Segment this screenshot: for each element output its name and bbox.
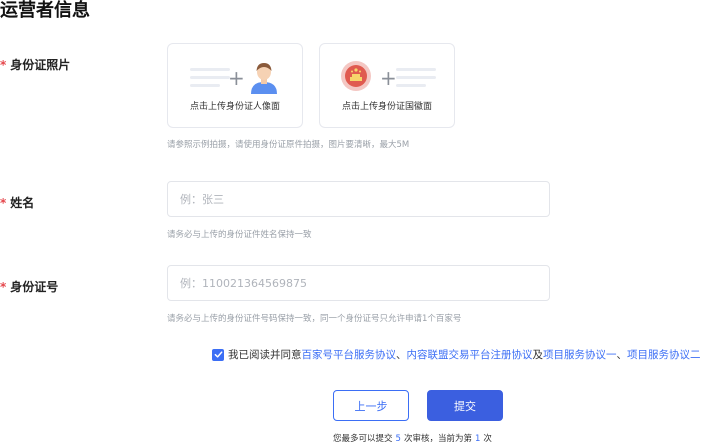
required-asterisk: *: [0, 280, 7, 294]
name-label: * 姓名: [0, 196, 35, 210]
check-icon: [214, 351, 222, 358]
id-photo-hint: 请参照示例拍摄，请使用身份证原件拍摄，图片要清晰，最大5M: [167, 140, 410, 150]
id-number-hint: 请务必与上传的身份证件号码保持一致，同一个身份证号只允许申请1个百家号: [167, 314, 462, 324]
agreement-separator: 及: [532, 349, 544, 361]
agreement-checkbox[interactable]: [212, 348, 224, 361]
platform-agreement-link[interactable]: 百家号平台服务协议: [302, 347, 397, 362]
upload-id-front-button[interactable]: + 点击上传身份证人像面: [167, 43, 303, 128]
placeholder-lines: [396, 68, 436, 92]
submission-quota: 您最多可以提交 5 次审核，当前为第 1 次: [333, 434, 492, 442]
upload-front-caption: 点击上传身份证人像面: [189, 102, 280, 112]
plus-icon: +: [380, 66, 397, 90]
id-number-input[interactable]: [167, 265, 550, 301]
person-avatar-icon: [251, 63, 277, 94]
current-submission: 1: [474, 434, 481, 442]
page-title: 运营者信息: [0, 0, 90, 21]
upload-back-caption: 点击上传身份证国徽面: [341, 102, 432, 112]
agreement-separator: 、: [396, 349, 407, 361]
submit-button[interactable]: 提交: [427, 390, 503, 421]
national-emblem-icon: [341, 61, 371, 91]
operator-info-page: 运营者信息 * 身份证照片 + 点击上传身份证人像面 + 点击上传身份证国徽面 …: [0, 0, 720, 442]
union-agreement-link[interactable]: 内容联盟交易平台注册协议: [407, 347, 533, 362]
name-hint: 请务必与上传的身份证件姓名保持一致: [167, 230, 312, 240]
upload-id-back-button[interactable]: + 点击上传身份证国徽面: [319, 43, 455, 128]
name-input[interactable]: [167, 181, 550, 217]
id-number-label: * 身份证号: [0, 280, 59, 294]
project-agreement-two-link[interactable]: 项目服务协议二: [627, 347, 701, 362]
plus-icon: +: [228, 66, 245, 90]
project-agreement-one-link[interactable]: 项目服务协议一: [543, 347, 617, 362]
agreement-prefix: 我已阅读并同意: [228, 349, 302, 361]
max-submissions: 5: [395, 434, 401, 442]
agreement-row: 我已阅读并同意 百家号平台服务协议、内容联盟交易平台注册协议及项目服务协议一、项目…: [212, 347, 701, 362]
previous-step-button[interactable]: 上一步: [333, 390, 409, 421]
agreement-separator: 、: [616, 349, 628, 361]
id-photo-label: * 身份证照片: [0, 58, 71, 72]
required-asterisk: *: [0, 196, 7, 210]
placeholder-lines: [190, 68, 230, 92]
required-asterisk: *: [0, 58, 7, 72]
